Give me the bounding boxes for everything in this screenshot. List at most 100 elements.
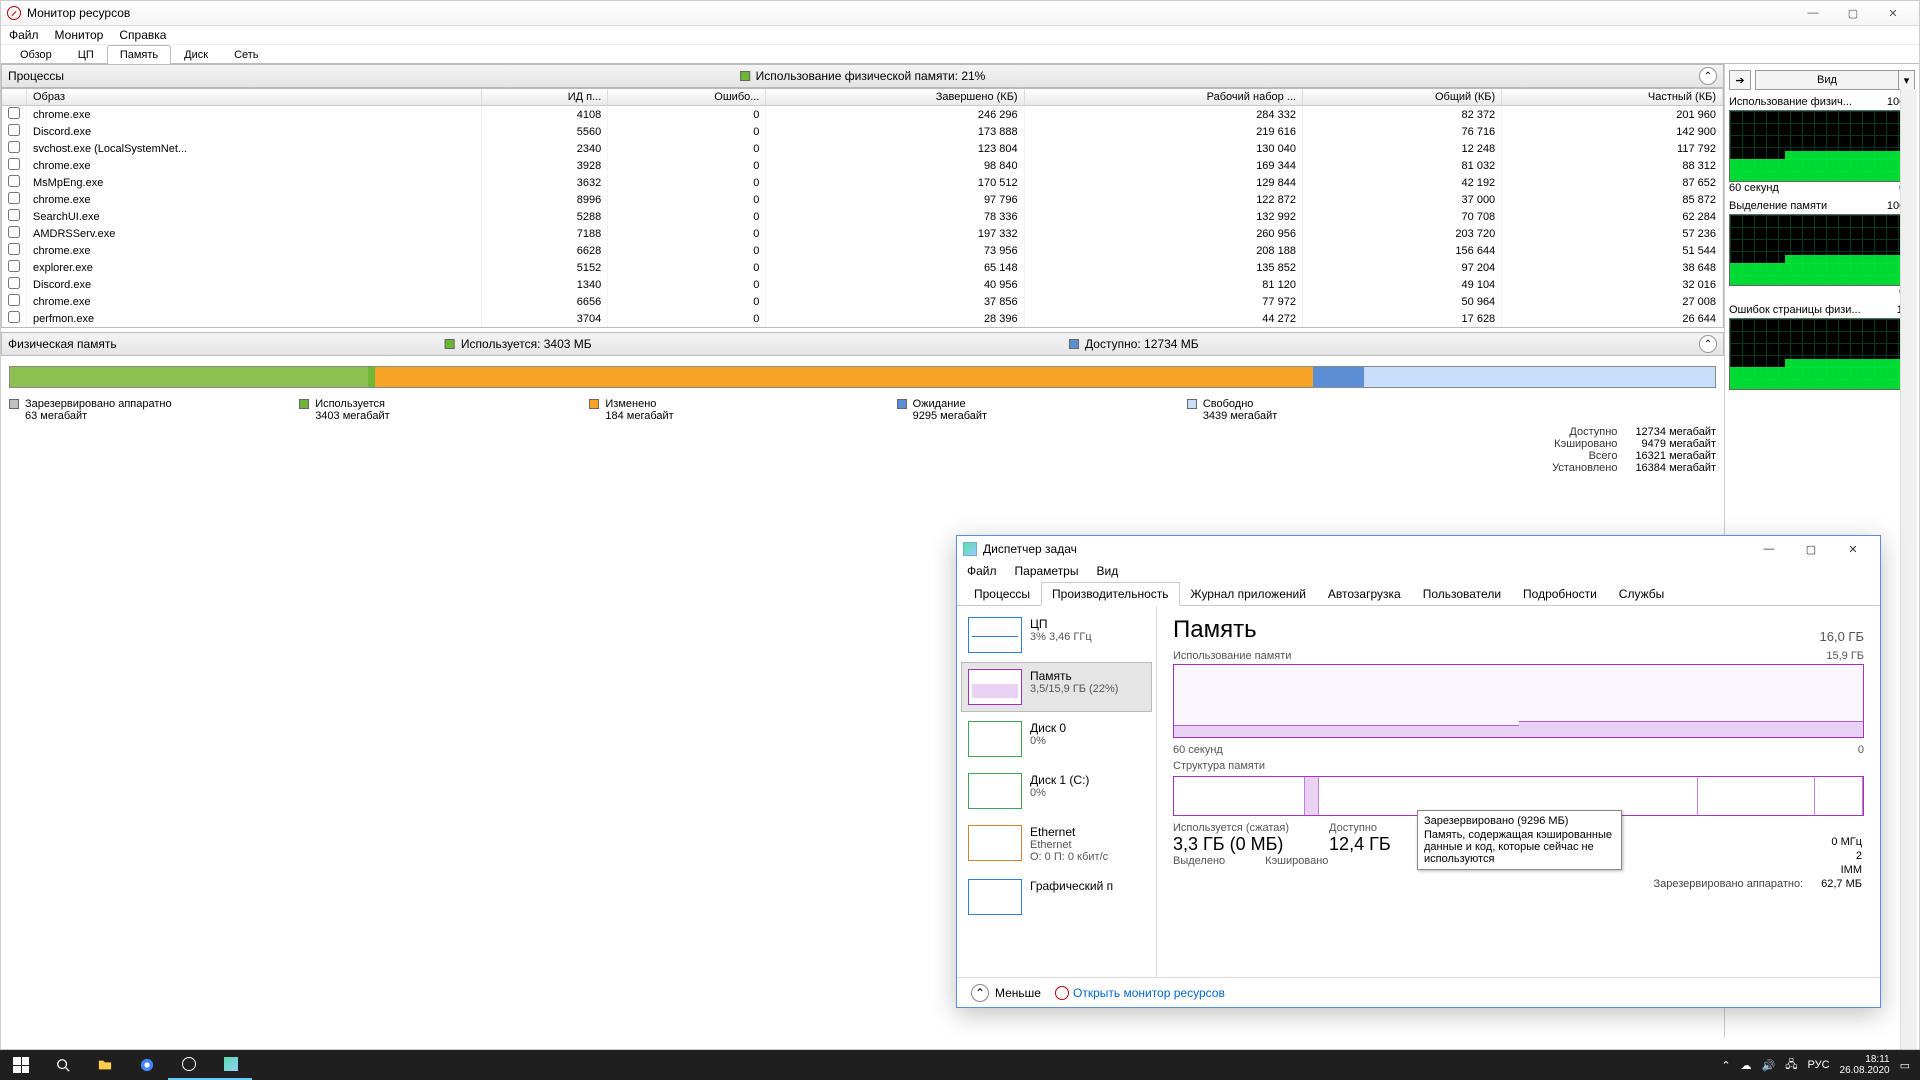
table-row[interactable]: perfmon.exe3704028 39644 27217 62826 644 [2,310,1723,327]
tm-maximize-button[interactable]: ▢ [1790,537,1832,561]
row-checkbox[interactable] [8,260,20,272]
tm-tab[interactable]: Процессы [963,582,1041,606]
proc-col-header[interactable]: Общий (КБ) [1302,89,1501,106]
table-row[interactable]: chrome.exe6628073 956208 188156 64451 54… [2,242,1723,259]
tm-minimize-button[interactable]: — [1748,537,1790,561]
close-button[interactable]: ✕ [1873,2,1913,24]
tm-card-disk[interactable]: Диск 00% [961,714,1152,764]
tm-card-eth[interactable]: EthernetEthernetО: 0 П: 0 кбит/с [961,818,1152,870]
row-checkbox[interactable] [8,277,20,289]
collapse-physmem-button[interactable]: ⌃ [1699,335,1717,353]
table-row[interactable]: explorer.exe5152065 148135 85297 20438 6… [2,259,1723,276]
tab-overview[interactable]: Обзор [7,45,65,64]
table-row[interactable]: RadeonSoftware.exe76640155 10453 74829 5… [2,327,1723,328]
proc-col-header[interactable]: Частный (КБ) [1502,89,1723,106]
tm-tab[interactable]: Автозагрузка [1317,582,1412,606]
menu-monitor[interactable]: Монитор [55,28,104,42]
tray-chevron-up-icon[interactable]: ⌃ [1721,1059,1730,1072]
tab-disk[interactable]: Диск [171,45,221,64]
table-row[interactable]: AMDRSServ.exe71880197 332260 956203 7205… [2,225,1723,242]
proc-col-header[interactable]: Завершено (КБ) [766,89,1024,106]
collapse-processes-button[interactable]: ⌃ [1699,67,1717,85]
tab-cpu[interactable]: ЦП [65,45,107,64]
taskbar-resource-monitor-button[interactable] [168,1050,210,1080]
open-resource-monitor-link[interactable]: Открыть монитор ресурсов [1073,986,1225,1000]
tm-card-gpu[interactable]: Графический п [961,872,1152,922]
taskbar-search-button[interactable] [42,1050,84,1080]
row-checkbox[interactable] [8,124,20,136]
rm-scrollbar[interactable] [1900,89,1917,1049]
table-row[interactable]: MsMpEng.exe36320170 512129 84442 19287 6… [2,174,1723,191]
tm-tab[interactable]: Производительность [1041,582,1179,606]
tm-tab[interactable]: Службы [1608,582,1675,606]
tm-close-button[interactable]: ✕ [1832,537,1874,561]
tab-memory[interactable]: Память [107,45,171,64]
maximize-button[interactable]: ▢ [1833,2,1873,24]
menu-file[interactable]: Файл [9,28,39,42]
tm-capacity: 16,0 ГБ [1820,629,1864,644]
tray-notifications-icon[interactable]: ▭ [1900,1059,1910,1072]
physmem-section-header[interactable]: Физическая память Используется: 3403 МБ … [1,332,1724,356]
table-row[interactable]: chrome.exe6656037 85677 97250 96427 008 [2,293,1723,310]
tray-network-icon[interactable]: 🖧 [1785,1056,1797,1075]
tm-tab[interactable]: Подробности [1512,582,1608,606]
tm-tooltip: Зарезервировано (9296 МБ) Память, содерж… [1417,810,1622,870]
row-checkbox[interactable] [8,175,20,187]
tm-tab[interactable]: Пользователи [1412,582,1512,606]
tm-card-disk[interactable]: Диск 1 (C:)0% [961,766,1152,816]
proc-col-header[interactable]: Образ [27,89,482,106]
mini-graph-icon [968,879,1022,915]
table-row[interactable]: SearchUI.exe5288078 336132 99270 70862 2… [2,208,1723,225]
rm-titlebar[interactable]: Монитор ресурсов — ▢ ✕ [1,1,1919,26]
row-checkbox[interactable] [8,192,20,204]
tm-card-mem[interactable]: Память3,5/15,9 ГБ (22%) [961,662,1152,712]
table-row[interactable]: chrome.exe41080246 296284 33282 372201 9… [2,106,1723,124]
table-row[interactable]: Discord.exe1340040 95681 12049 10432 016 [2,276,1723,293]
row-checkbox[interactable] [8,209,20,221]
row-checkbox[interactable] [8,226,20,238]
taskbar-chrome-button[interactable] [126,1050,168,1080]
row-checkbox[interactable] [8,294,20,306]
side-view-label: Вид [1756,74,1898,86]
tray-volume-icon[interactable]: 🔊 [1762,1059,1776,1072]
tm-tab[interactable]: Журнал приложений [1180,582,1317,606]
side-back-button[interactable]: ➔ [1729,70,1751,90]
processes-section-header[interactable]: Процессы Использование физической памяти… [1,64,1724,88]
row-checkbox[interactable] [8,243,20,255]
tm-left-panel[interactable]: ЦП3% 3,46 ГГцПамять3,5/15,9 ГБ (22%)Диск… [957,606,1157,977]
tab-network[interactable]: Сеть [221,45,271,64]
tm-stat: Кэшировано [1265,855,1328,867]
menu-help[interactable]: Справка [119,28,166,42]
table-row[interactable]: svchost.exe (LocalSystemNet...23400123 8… [2,140,1723,157]
legend-item: Изменено184 мегабайт [589,398,896,422]
processes-table: ОбразИД п...Ошибо...Завершено (КБ)Рабочи… [2,89,1723,328]
tray-language[interactable]: РУС [1808,1059,1830,1071]
tm-menu-file[interactable]: Файл [967,564,997,578]
tray-onedrive-icon[interactable]: ☁ [1741,1059,1752,1072]
minimize-button[interactable]: — [1793,2,1833,24]
table-row[interactable]: Discord.exe55600173 888219 61676 716142 … [2,123,1723,140]
side-view-dropdown[interactable]: Вид ▾ [1755,70,1915,90]
processes-table-container[interactable]: ОбразИД п...Ошибо...Завершено (КБ)Рабочи… [1,88,1724,328]
tm-card-cpu[interactable]: ЦП3% 3,46 ГГц [961,610,1152,660]
taskbar-task-manager-button[interactable] [210,1050,252,1080]
proc-col-header[interactable]: Ошибо... [608,89,766,106]
table-row[interactable]: chrome.exe3928098 840169 34481 03288 312 [2,157,1723,174]
tm-menu-options[interactable]: Параметры [1015,564,1079,578]
row-checkbox[interactable] [8,107,20,119]
taskbar-explorer-button[interactable] [84,1050,126,1080]
row-checkbox[interactable] [8,311,20,323]
proc-col-header[interactable]: Рабочий набор ... [1024,89,1302,106]
tm-xaxis-left: 60 секунд [1173,744,1223,756]
start-button[interactable] [0,1050,42,1080]
folder-icon [98,1058,112,1072]
proc-col-header[interactable]: ИД п... [481,89,608,106]
tray-clock[interactable]: 18:1126.08.2020 [1840,1054,1890,1076]
row-checkbox[interactable] [8,158,20,170]
tm-fewer-details-button[interactable]: ⌃Меньше [971,984,1041,1002]
table-row[interactable]: chrome.exe8996097 796122 87237 00085 872 [2,191,1723,208]
tm-menu-view[interactable]: Вид [1096,564,1118,578]
tm-titlebar[interactable]: Диспетчер задач — ▢ ✕ [957,536,1880,562]
tm-menubar: Файл Параметры Вид [957,562,1880,580]
row-checkbox[interactable] [8,141,20,153]
